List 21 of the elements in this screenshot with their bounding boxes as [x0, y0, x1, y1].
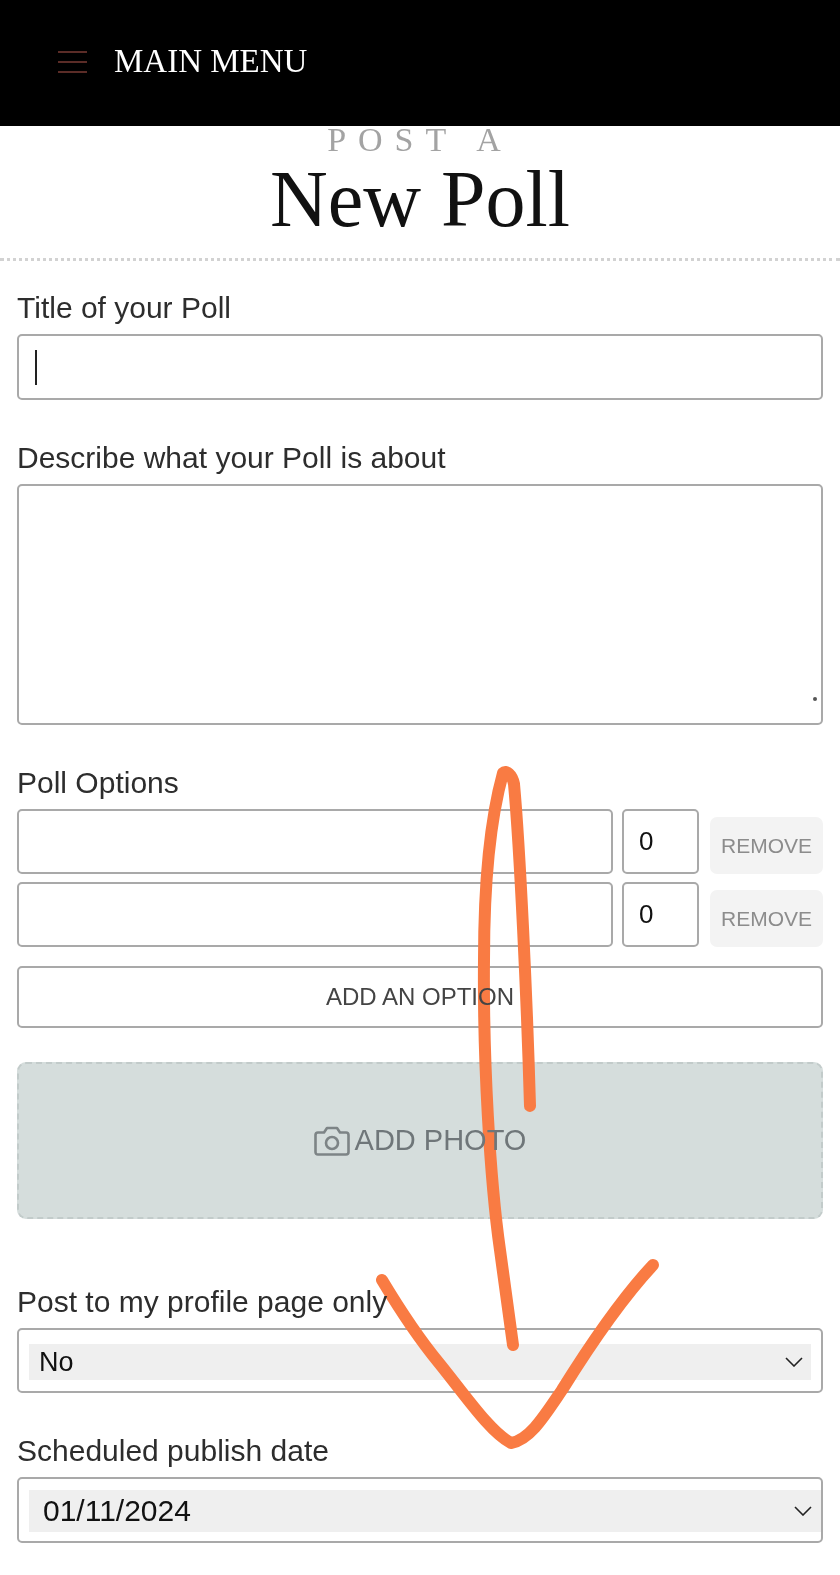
main-menu-button[interactable]: MAIN MENU [58, 45, 308, 78]
title-input[interactable] [17, 334, 823, 400]
menu-icon [58, 50, 87, 73]
dropdown-select[interactable]: No [17, 1328, 823, 1393]
camera-icon [313, 1125, 350, 1156]
field-label: Post to my profile page only [17, 1284, 389, 1320]
chevron-down-icon [785, 1357, 803, 1367]
option-input[interactable] [17, 882, 613, 947]
number-input[interactable]: 0 [622, 882, 699, 947]
resize-grip-icon [813, 697, 817, 701]
page-kicker: POST A [327, 126, 513, 154]
field-label: Describe what your Poll is about [17, 440, 447, 476]
number-input[interactable]: 0 [622, 809, 699, 874]
field-label: Title of your Poll [17, 290, 232, 326]
page-title: New Poll [270, 158, 570, 239]
field-label: Scheduled publish date [17, 1433, 330, 1469]
description-input[interactable] [17, 484, 823, 725]
field-label: Poll Options [17, 765, 180, 801]
date-select[interactable]: 01/11/2024 [17, 1477, 823, 1543]
option-input[interactable] [17, 809, 613, 874]
chevron-down-icon [794, 1506, 812, 1516]
